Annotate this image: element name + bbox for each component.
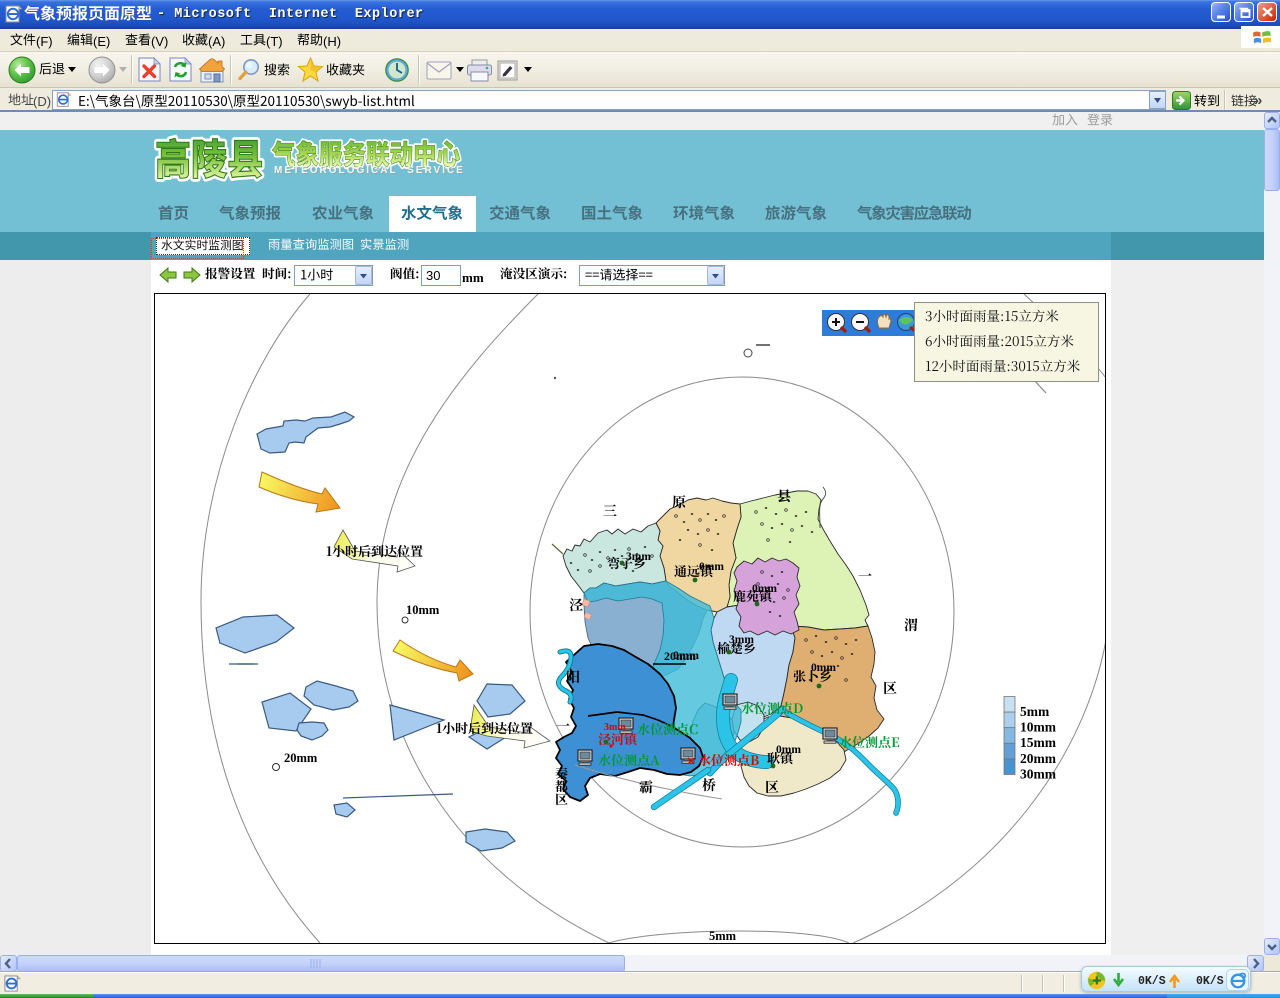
svg-text:15mm: 15mm <box>1020 735 1057 750</box>
svg-text:20mm: 20mm <box>1020 751 1057 766</box>
svg-text:5mm: 5mm <box>709 929 737 943</box>
svg-text:0mm: 0mm <box>776 744 801 756</box>
svg-text:3mm: 3mm <box>729 634 754 646</box>
svg-text:0mm: 0mm <box>673 648 699 662</box>
svg-text:0mm: 0mm <box>811 662 836 674</box>
svg-text:20mm: 20mm <box>284 751 318 765</box>
svg-text:3mm: 3mm <box>604 722 626 733</box>
svg-text:30mm: 30mm <box>1020 766 1057 781</box>
svg-text:10mm: 10mm <box>406 603 440 617</box>
svg-text:0mm: 0mm <box>752 583 777 595</box>
svg-text:0mm: 0mm <box>699 561 724 573</box>
svg-text:10mm: 10mm <box>1020 720 1057 735</box>
svg-text:3mm: 3mm <box>626 551 651 563</box>
svg-text:5mm: 5mm <box>1020 704 1050 719</box>
